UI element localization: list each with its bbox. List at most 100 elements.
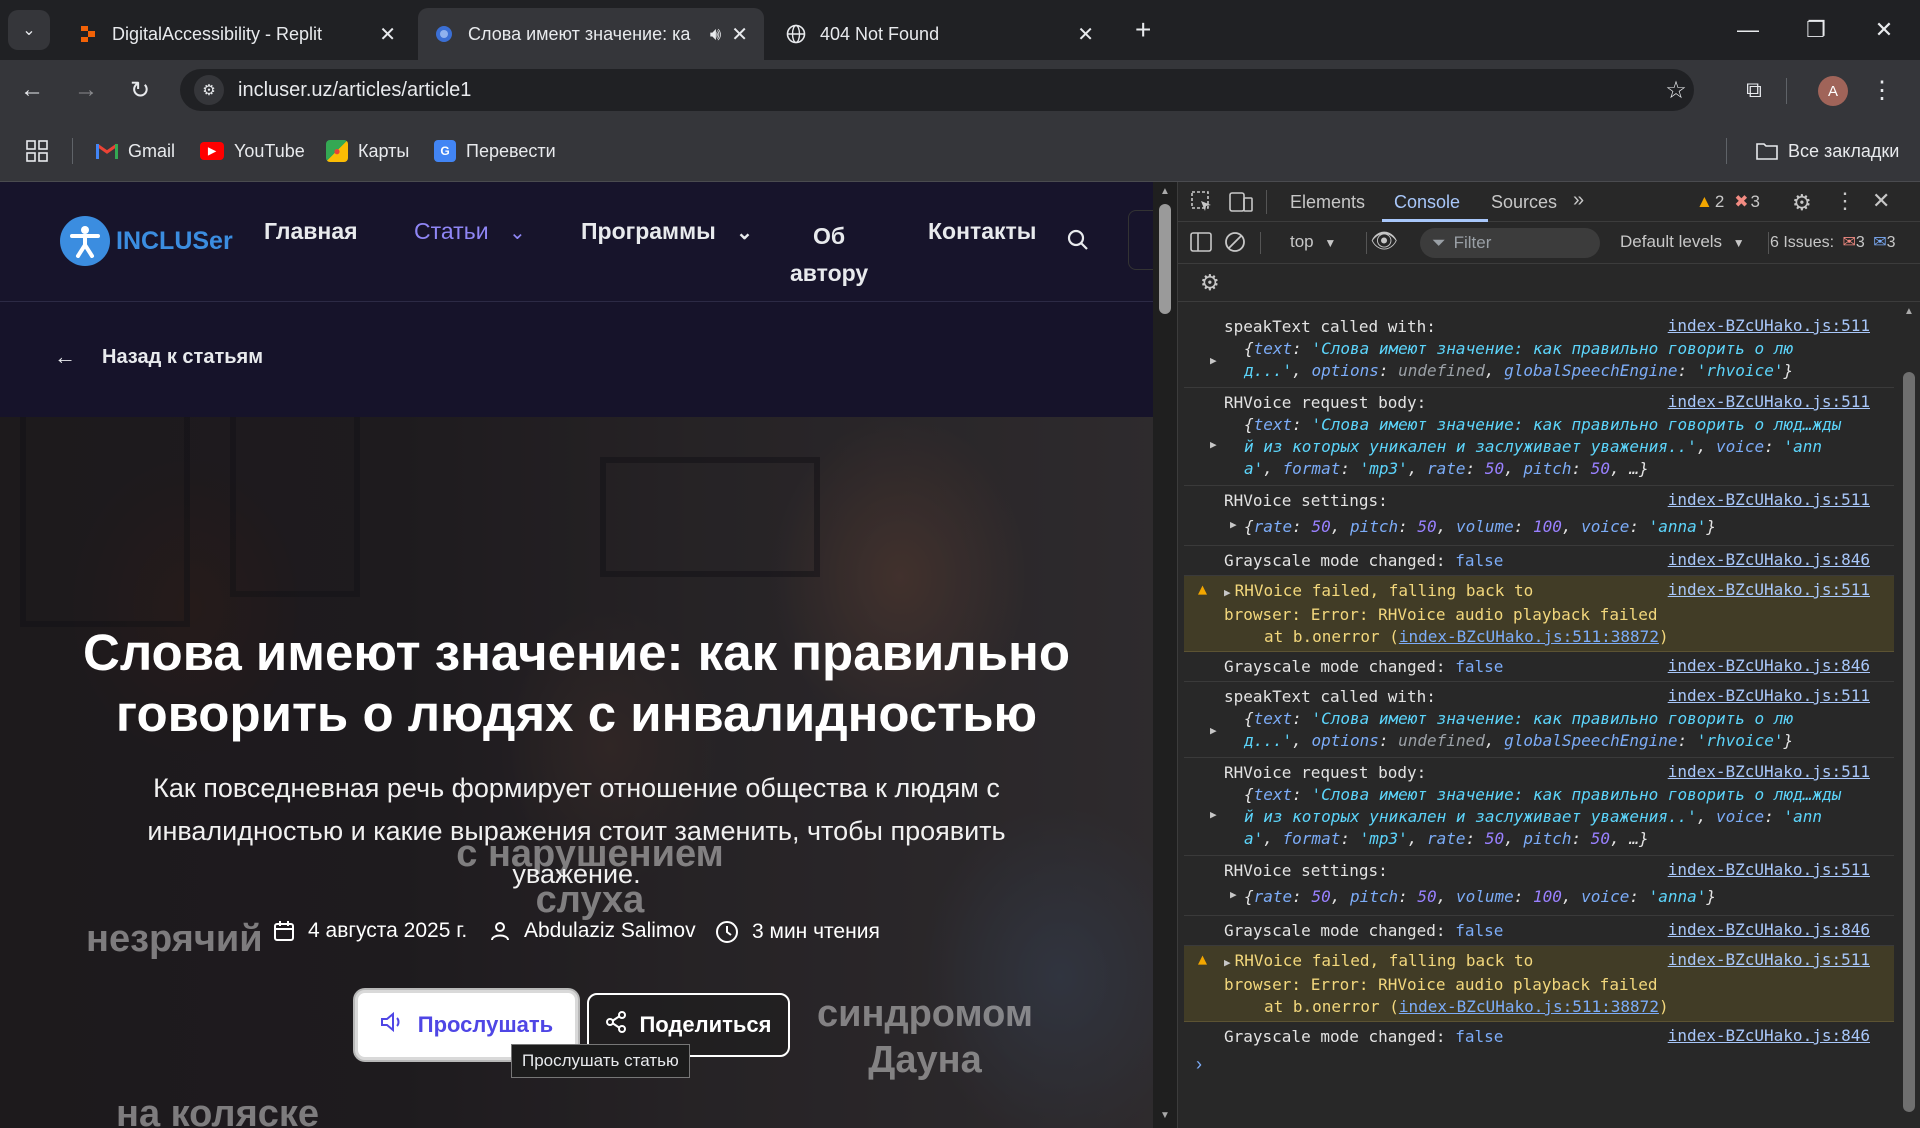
- devtools-tab-elements[interactable]: Elements: [1290, 192, 1365, 213]
- bookmark-star-icon[interactable]: ☆: [1658, 72, 1694, 108]
- console-filter-input[interactable]: ⏷ Filter: [1420, 228, 1600, 258]
- tab-replit[interactable]: DigitalAccessibility - Replit ✕: [62, 8, 412, 60]
- bookmark-translate[interactable]: G Перевести: [434, 138, 556, 164]
- tab-search-button[interactable]: ⌄: [8, 10, 50, 50]
- menu-kebab-icon[interactable]: ⋮: [1864, 72, 1900, 108]
- site-logo[interactable]: INCLUSer: [60, 216, 233, 266]
- console-warning-entry[interactable]: ▲ ▶ RHVoice failed, falling back to brows…: [1184, 946, 1894, 1022]
- log-object[interactable]: a', format: 'mp3', rate: 50, pitch: 50, …: [1224, 828, 1894, 850]
- console-log-entry[interactable]: speakText called with: {text: 'Слова име…: [1184, 312, 1894, 388]
- console-prompt-caret[interactable]: ›: [1196, 1054, 1202, 1075]
- log-source-link[interactable]: index-BZcUHako.js:846: [1668, 656, 1870, 675]
- console-log-entry[interactable]: RHVoice request body: {text: 'Слова имею…: [1184, 388, 1894, 486]
- log-levels-select[interactable]: Default levels ▼: [1620, 232, 1745, 252]
- console-log-entry[interactable]: Grayscale mode changed: false index-BZcU…: [1184, 652, 1894, 682]
- log-object[interactable]: {rate: 50, pitch: 50, volume: 100, voice…: [1224, 516, 1894, 538]
- log-source-link[interactable]: index-BZcUHako.js:846: [1668, 550, 1870, 569]
- warning-counter[interactable]: ▲ 2 ✖ 3: [1696, 192, 1760, 212]
- nav-about[interactable]: Об автору: [790, 218, 868, 292]
- bookmark-maps[interactable]: ● Карты: [326, 138, 409, 164]
- log-object[interactable]: a', format: 'mp3', rate: 50, pitch: 50, …: [1224, 458, 1894, 480]
- log-object[interactable]: {text: 'Слова имеют значение: как правил…: [1224, 414, 1894, 436]
- scroll-up-icon[interactable]: ▲: [1160, 186, 1170, 197]
- log-source-link[interactable]: index-BZcUHako.js:511: [1668, 762, 1870, 781]
- reload-icon[interactable]: ↻: [122, 72, 158, 108]
- bookmark-youtube[interactable]: ▶ YouTube: [200, 138, 305, 164]
- site-info-icon[interactable]: ⚙: [194, 75, 224, 105]
- log-source-link[interactable]: index-BZcUHako.js:511: [1668, 316, 1870, 335]
- log-object[interactable]: {rate: 50, pitch: 50, volume: 100, voice…: [1224, 886, 1894, 908]
- console-warning-entry[interactable]: ▲ ▶ RHVoice failed, falling back to brows…: [1184, 576, 1894, 652]
- console-log-entry[interactable]: Grayscale mode changed: false index-BZcU…: [1184, 916, 1894, 946]
- scrollbar-thumb[interactable]: [1903, 372, 1915, 1112]
- expand-triangle-icon[interactable]: ▶: [1210, 354, 1217, 367]
- restore-button[interactable]: ❐: [1782, 0, 1850, 60]
- tab-incluser-article[interactable]: Слова имеют значение: ка 🔊︎ ✕: [418, 8, 764, 60]
- clear-console-icon[interactable]: [1224, 231, 1246, 258]
- expand-triangle-icon[interactable]: ▶: [1210, 808, 1217, 821]
- stack-link[interactable]: index-BZcUHako.js:511:38872: [1399, 997, 1659, 1016]
- forward-arrow-icon[interactable]: →: [68, 72, 104, 108]
- devtools-tab-sources[interactable]: Sources: [1491, 192, 1557, 213]
- all-bookmarks[interactable]: Все закладки: [1756, 138, 1899, 164]
- issues-counter[interactable]: 6 Issues: ✉3 ✉3: [1770, 232, 1896, 252]
- console-scrollbar[interactable]: ▲: [1898, 302, 1920, 1128]
- stack-link[interactable]: index-BZcUHako.js:511:38872: [1399, 627, 1659, 646]
- devtools-menu-icon[interactable]: ⋮: [1834, 188, 1856, 214]
- tab-404[interactable]: 404 Not Found ✕: [770, 8, 1110, 60]
- log-object[interactable]: {text: 'Слова имеют значение: как правил…: [1224, 784, 1894, 806]
- close-tab-icon[interactable]: ✕: [379, 22, 396, 47]
- page-scrollbar[interactable]: ▲ ▼: [1153, 182, 1177, 1128]
- close-tab-icon[interactable]: ✕: [731, 22, 748, 47]
- log-source-link[interactable]: index-BZcUHako.js:511: [1668, 686, 1870, 705]
- console-log-entry[interactable]: RHVoice settings: {rate: 50, pitch: 50, …: [1184, 486, 1894, 546]
- log-object[interactable]: {text: 'Слова имеют значение: как правил…: [1224, 708, 1894, 730]
- log-object[interactable]: д...', options: undefined, globalSpeechE…: [1224, 730, 1894, 752]
- expand-triangle-icon[interactable]: ▶: [1210, 724, 1217, 737]
- theme-toggle-button[interactable]: [1128, 210, 1153, 270]
- console-settings-icon[interactable]: ⚙: [1200, 270, 1220, 296]
- expand-triangle-icon[interactable]: ▶: [1230, 888, 1237, 901]
- back-arrow-icon[interactable]: ←: [14, 72, 50, 108]
- log-source-link[interactable]: index-BZcUHako.js:846: [1668, 920, 1870, 939]
- bookmark-gmail[interactable]: Gmail: [96, 138, 175, 164]
- log-source-link[interactable]: index-BZcUHako.js:511: [1668, 490, 1870, 509]
- settings-gear-icon[interactable]: ⚙: [1792, 190, 1812, 216]
- expand-triangle-icon[interactable]: ▶: [1210, 438, 1217, 451]
- nav-home[interactable]: Главная: [264, 218, 358, 245]
- extensions-icon[interactable]: ⧉: [1736, 72, 1772, 108]
- devtools-tab-console[interactable]: Console: [1394, 192, 1460, 213]
- device-toolbar-icon[interactable]: [1228, 190, 1254, 219]
- apps-grid-icon[interactable]: [26, 138, 48, 164]
- log-object[interactable]: {text: 'Слова имеют значение: как правил…: [1224, 338, 1894, 360]
- eye-icon[interactable]: 👁︎: [1368, 228, 1400, 254]
- close-devtools-icon[interactable]: ✕: [1872, 188, 1890, 214]
- back-to-articles-link[interactable]: ← Назад к статьям: [54, 344, 263, 370]
- address-bar[interactable]: ⚙ incluser.uz/articles/article1: [180, 69, 1694, 111]
- sidebar-toggle-icon[interactable]: [1190, 231, 1212, 258]
- nav-programs[interactable]: Программы ⌄: [581, 218, 753, 245]
- more-tabs-icon[interactable]: »: [1573, 189, 1584, 212]
- inspect-element-icon[interactable]: [1190, 190, 1214, 219]
- console-log-entry[interactable]: RHVoice request body: {text: 'Слова имею…: [1184, 758, 1894, 856]
- nav-articles[interactable]: Статьи ⌄: [414, 218, 526, 245]
- speaker-icon[interactable]: 🔊︎: [710, 24, 721, 45]
- url-text[interactable]: incluser.uz/articles/article1: [238, 79, 471, 102]
- console-log-entry[interactable]: RHVoice settings: {rate: 50, pitch: 50, …: [1184, 856, 1894, 916]
- console-log-entry[interactable]: Grayscale mode changed: false index-BZcU…: [1184, 1022, 1894, 1052]
- minimize-button[interactable]: —: [1714, 0, 1782, 60]
- scroll-down-icon[interactable]: ▼: [1160, 1110, 1170, 1121]
- console-log-entry[interactable]: Grayscale mode changed: false index-BZcU…: [1184, 546, 1894, 576]
- context-select[interactable]: top ▼: [1290, 232, 1336, 252]
- new-tab-button[interactable]: +: [1135, 14, 1151, 46]
- console-log-entry[interactable]: speakText called with: {text: 'Слова име…: [1184, 682, 1894, 758]
- log-source-link[interactable]: index-BZcUHako.js:846: [1668, 1026, 1870, 1045]
- close-window-button[interactable]: ✕: [1850, 0, 1918, 60]
- log-source-link[interactable]: index-BZcUHako.js:511: [1668, 950, 1870, 969]
- expand-triangle-icon[interactable]: ▶: [1230, 518, 1237, 531]
- search-icon[interactable]: [1066, 228, 1090, 257]
- log-source-link[interactable]: index-BZcUHako.js:511: [1668, 580, 1870, 599]
- log-source-link[interactable]: index-BZcUHako.js:511: [1668, 860, 1870, 879]
- log-source-link[interactable]: index-BZcUHako.js:511: [1668, 392, 1870, 411]
- scrollbar-thumb[interactable]: [1159, 204, 1171, 314]
